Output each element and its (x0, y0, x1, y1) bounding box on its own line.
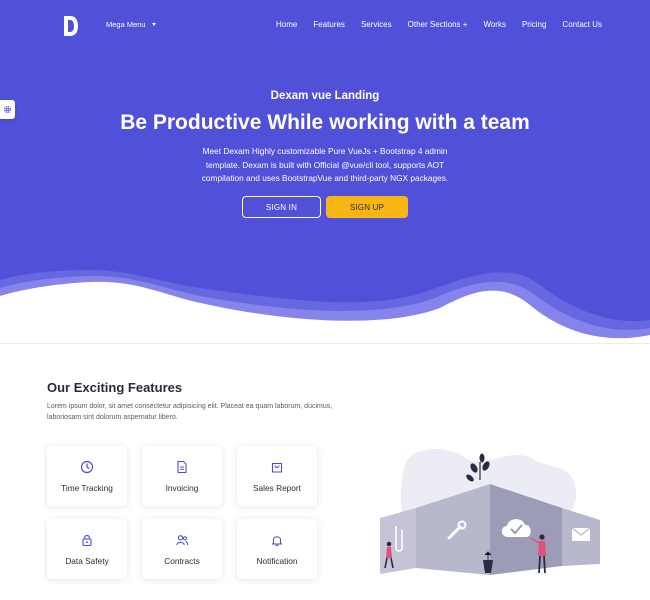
nav-other-sections[interactable]: Other Sections + (408, 20, 468, 29)
feature-card-invoicing[interactable]: Invoicing (142, 446, 222, 506)
clock-icon (80, 460, 94, 473)
gear-icon (3, 105, 12, 114)
nav-features[interactable]: Features (313, 20, 345, 29)
hero-title: Be Productive While working with a team (120, 111, 530, 134)
nav-pricing[interactable]: Pricing (522, 20, 546, 29)
feature-card-label: Sales Report (253, 482, 301, 493)
nav-works[interactable]: Works (483, 20, 506, 29)
feature-card-label: Invoicing (165, 482, 199, 493)
settings-toggle-button[interactable] (0, 100, 15, 119)
main-menu: Home Features Services Other Sections + … (276, 20, 602, 29)
features-illustration (380, 448, 600, 575)
feature-card-notification[interactable]: Notification (237, 519, 317, 579)
features-title: Our Exciting Features (47, 380, 183, 395)
feature-card-label: Time Tracking (61, 482, 113, 493)
users-icon (176, 534, 189, 545)
brand-logo[interactable] (62, 14, 80, 38)
nav-home[interactable]: Home (276, 20, 297, 29)
feature-card-sales-report[interactable]: Sales Report (237, 446, 317, 506)
invoice-icon (177, 460, 187, 473)
features-description: Lorem ipsum dolor, sit amet consectetur … (47, 403, 333, 421)
bag-icon (271, 462, 283, 473)
top-navbar: Mega Menu Home Features Services Other S… (0, 0, 650, 52)
mega-menu-dropdown[interactable]: Mega Menu (106, 20, 156, 29)
nav-services[interactable]: Services (361, 20, 392, 29)
sign-up-button[interactable]: SIGN UP (326, 196, 408, 218)
feature-card-data-safety[interactable]: Data Safety (47, 519, 127, 579)
nav-contact-us[interactable]: Contact Us (562, 20, 602, 29)
mega-menu-label: Mega Menu (106, 20, 146, 29)
hero-section: Mega Menu Home Features Services Other S… (0, 0, 650, 345)
feature-card-label: Contracts (164, 555, 200, 566)
section-divider (0, 343, 650, 344)
feature-card-label: Notification (256, 555, 298, 566)
chevron-down-icon (151, 23, 156, 26)
feature-card-time-tracking[interactable]: Time Tracking (47, 446, 127, 506)
hero-subtitle: Dexam vue Landing (270, 90, 380, 102)
feature-card-contracts[interactable]: Contracts (142, 519, 222, 579)
lock-icon (82, 534, 92, 546)
feature-card-label: Data Safety (65, 555, 109, 566)
bell-icon (271, 535, 283, 546)
hero-description: Meet Dexam Highly customizable Pure VueJ… (201, 146, 449, 183)
sign-in-button[interactable]: SIGN IN (242, 196, 321, 218)
